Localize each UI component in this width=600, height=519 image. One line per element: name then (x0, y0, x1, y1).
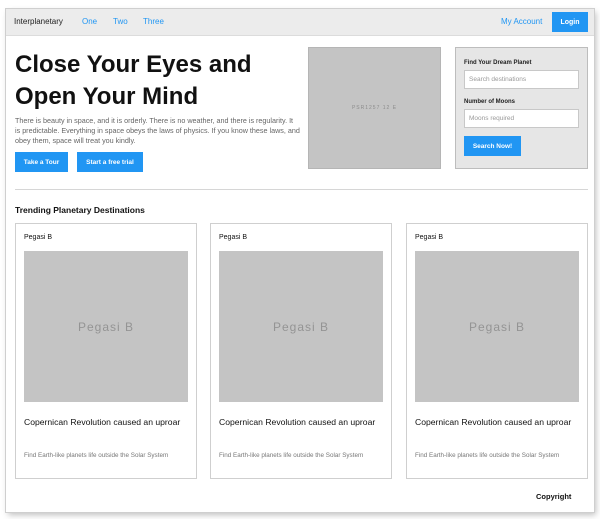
page-frame: Interplanetary One Two Three My Account … (6, 9, 594, 512)
card-headline: Copernican Revolution caused an uproar (24, 417, 181, 427)
card-image-placeholder: Pegasi B (219, 251, 383, 402)
card-image-label: Pegasi B (272, 319, 330, 334)
card-tag: Pegasi B (219, 234, 248, 241)
hero-description: There is beauty in space, and it is orde… (15, 116, 300, 145)
card-image-placeholder: Pegasi B (24, 251, 188, 402)
card-description: Find Earth-like planets life outside the… (219, 452, 364, 459)
search-panel: Find Your Dream Planet Number of Moons S… (455, 47, 588, 169)
card-tag: Pegasi B (24, 234, 53, 241)
card-description: Find Earth-like planets life outside the… (415, 452, 560, 459)
brand-logo[interactable]: Interplanetary (14, 17, 63, 26)
hero-title: Close Your Eyes and Open Your Mind (15, 51, 252, 110)
moons-input[interactable] (464, 109, 579, 128)
destination-card[interactable]: Pegasi B Pegasi B Copernican Revolution … (406, 223, 588, 479)
footer-copyright: Copyright (536, 492, 572, 501)
hero-image-placeholder: PSR1257 12 E (308, 47, 441, 169)
take-tour-button[interactable]: Take a Tour (15, 152, 68, 172)
card-tag: Pegasi B (415, 234, 444, 241)
destination-card[interactable]: Pegasi B Pegasi B Copernican Revolution … (210, 223, 392, 479)
planet-search-label: Find Your Dream Planet (464, 60, 532, 66)
nav-link-one[interactable]: One (82, 17, 97, 26)
search-now-button[interactable]: Search Now! (464, 136, 521, 156)
login-button[interactable]: Login (552, 12, 588, 32)
my-account-link[interactable]: My Account (501, 17, 542, 26)
nav-link-two[interactable]: Two (113, 17, 128, 26)
card-image-label: Pegasi B (77, 319, 135, 334)
destination-card[interactable]: Pegasi B Pegasi B Copernican Revolution … (15, 223, 197, 479)
hero-image-label: PSR1257 12 E (351, 105, 398, 111)
card-image-placeholder: Pegasi B (415, 251, 579, 402)
free-trial-button[interactable]: Start a free trial (77, 152, 143, 172)
trending-section-title: Trending Planetary Destinations (15, 205, 145, 215)
card-image-label: Pegasi B (468, 319, 526, 334)
moons-label: Number of Moons (464, 99, 515, 105)
card-headline: Copernican Revolution caused an uproar (219, 417, 376, 427)
card-description: Find Earth-like planets life outside the… (24, 452, 169, 459)
destination-search-input[interactable] (464, 70, 579, 89)
card-headline: Copernican Revolution caused an uproar (415, 417, 572, 427)
navbar: Interplanetary One Two Three My Account … (6, 9, 594, 36)
nav-link-three[interactable]: Three (143, 17, 164, 26)
section-divider (15, 189, 588, 190)
